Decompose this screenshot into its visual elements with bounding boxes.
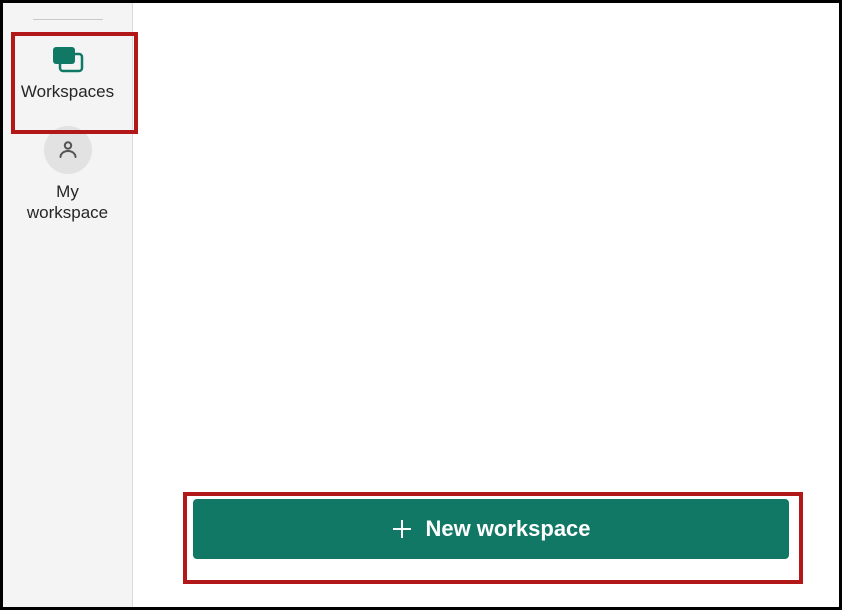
main-content: New workspace [133,3,839,607]
sidebar-item-my-workspace[interactable]: My workspace [3,116,132,237]
sidebar: Workspaces My workspace [3,3,133,607]
app-window: Workspaces My workspace New workspace [0,0,842,610]
new-workspace-label: New workspace [425,516,590,542]
plus-icon [391,518,413,540]
sidebar-item-label: My workspace [27,182,108,223]
person-icon [44,126,92,174]
sidebar-divider [33,19,103,20]
workspaces-icon [50,44,86,74]
new-workspace-button[interactable]: New workspace [193,499,789,559]
sidebar-item-label: Workspaces [21,82,114,102]
sidebar-item-workspaces[interactable]: Workspaces [3,34,132,116]
